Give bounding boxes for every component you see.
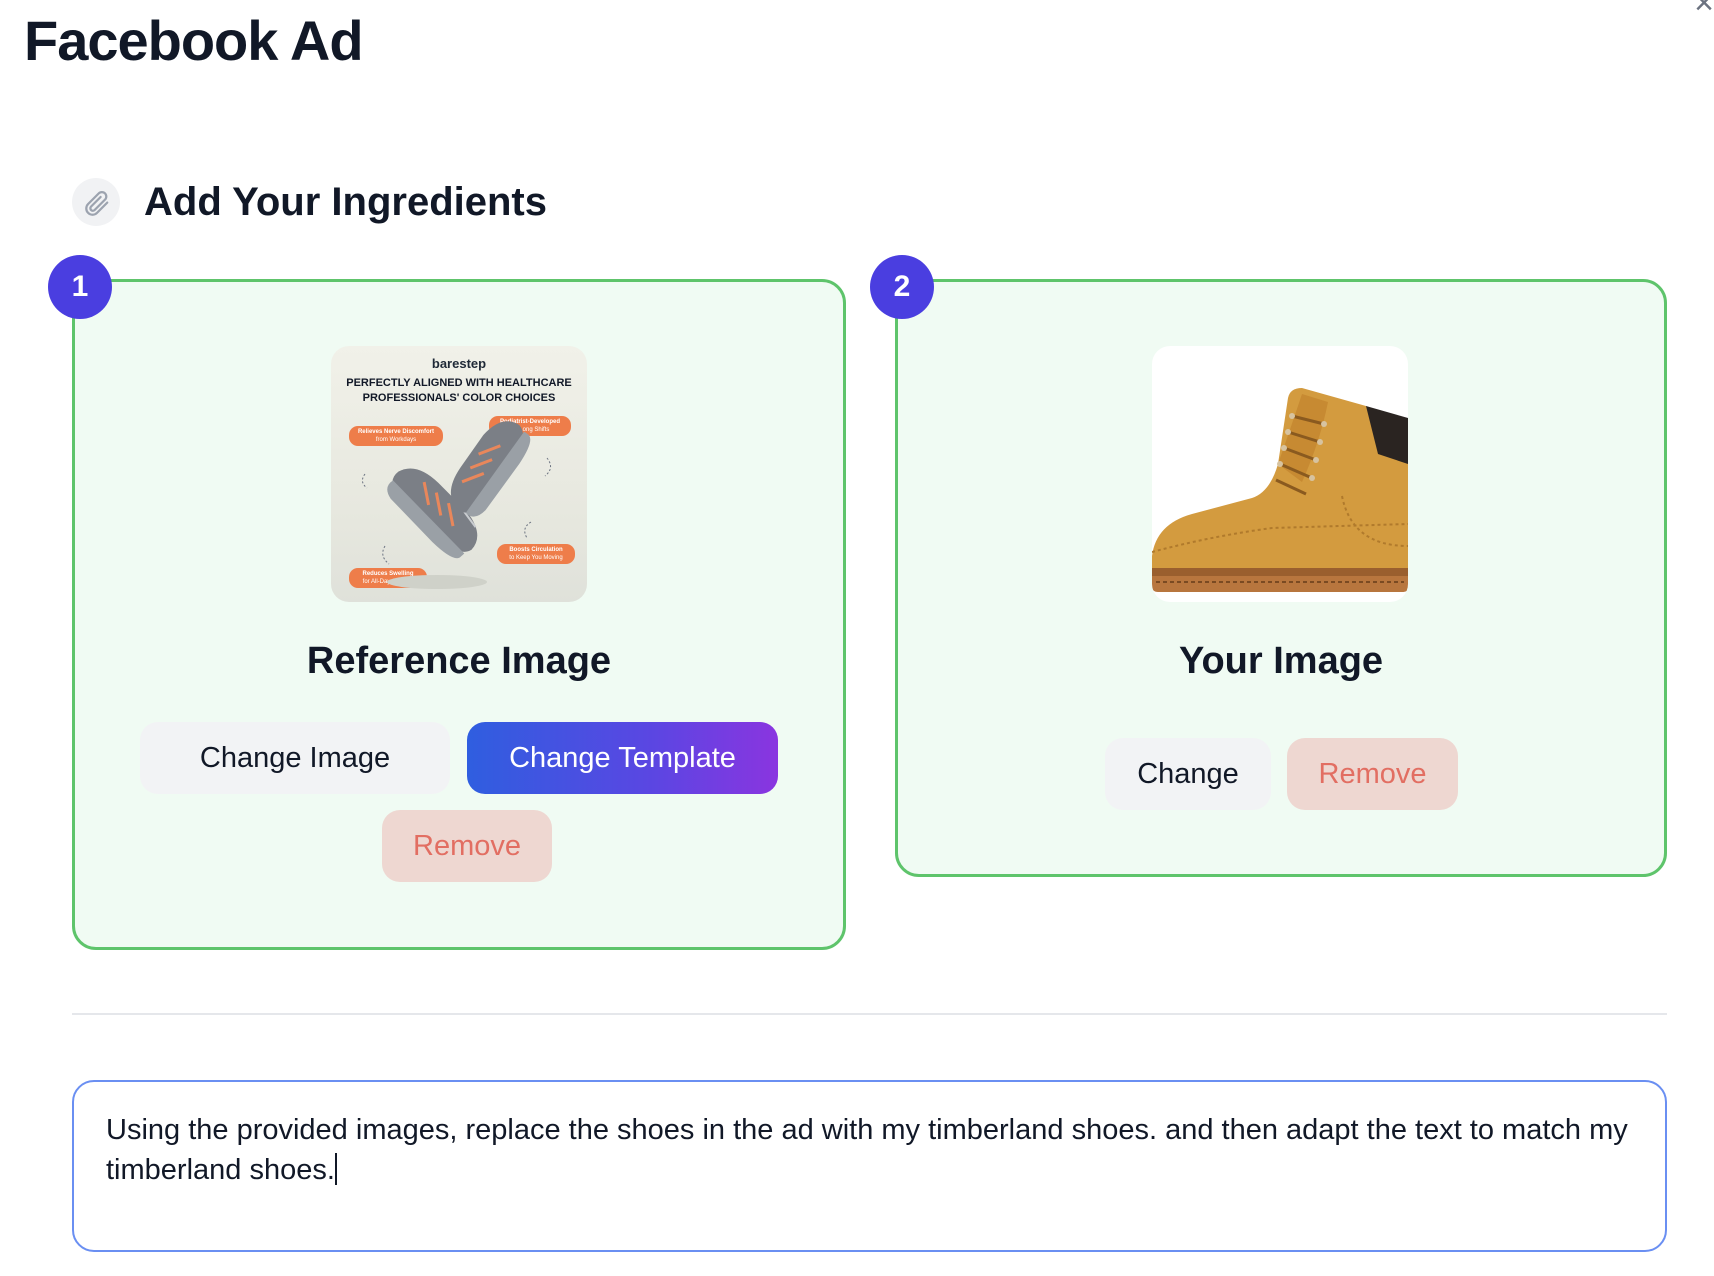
- your-image-thumbnail: [1152, 346, 1408, 602]
- paperclip-icon: [72, 178, 120, 226]
- change-template-button[interactable]: Change Template: [467, 722, 778, 794]
- section-title: Add Your Ingredients: [144, 179, 547, 224]
- close-icon[interactable]: ×: [1694, 0, 1714, 20]
- page-title: Facebook Ad: [24, 9, 364, 72]
- your-image-label: Your Image: [1178, 640, 1384, 682]
- page: Facebook Ad × Add Your Ingredients 1 bar…: [0, 0, 1714, 1276]
- divider: [72, 1013, 1667, 1015]
- reference-image-thumbnail: barestep PERFECTLY ALIGNED WITH HEALTHCA…: [331, 346, 587, 602]
- change-image-button[interactable]: Change Image: [140, 722, 450, 794]
- section-header: Add Your Ingredients: [72, 178, 547, 226]
- sneakers-image: [361, 421, 551, 589]
- prompt-textarea[interactable]: Using the provided images, replace the s…: [72, 1080, 1667, 1252]
- remove-your-image-button[interactable]: Remove: [1287, 738, 1458, 810]
- text-caret: [334, 1153, 337, 1185]
- boot-image: [1152, 388, 1408, 592]
- step-badge-1: 1: [48, 255, 112, 319]
- reference-image-label: Reference Image: [306, 640, 612, 682]
- step-badge-2: 2: [870, 255, 934, 319]
- remove-reference-button[interactable]: Remove: [382, 810, 552, 882]
- change-button[interactable]: Change: [1105, 738, 1271, 810]
